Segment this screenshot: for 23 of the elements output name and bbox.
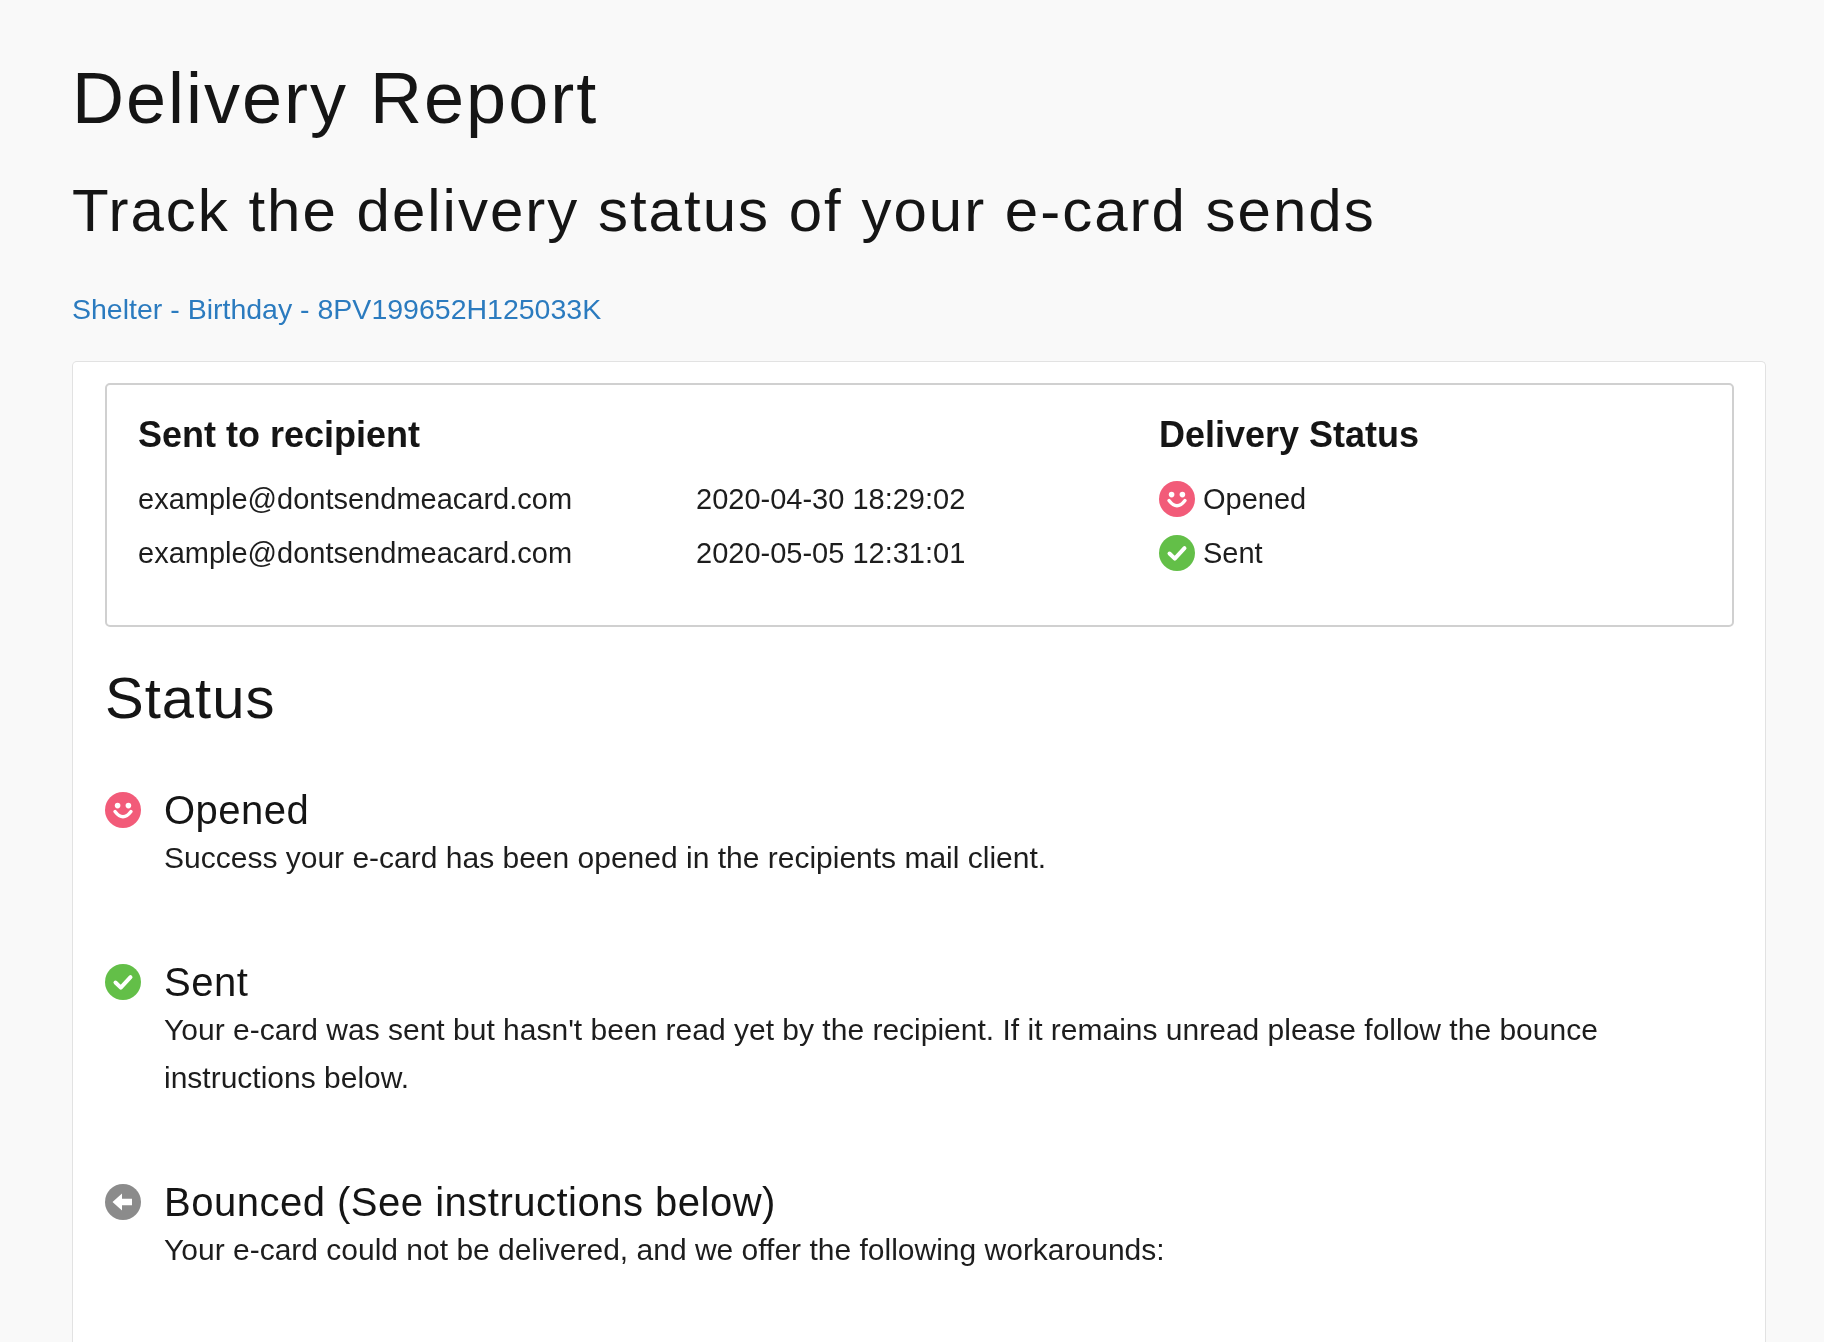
email-cell-text: example@dontsendmeacard.com xyxy=(138,482,574,517)
status-title: Sent xyxy=(164,959,250,1006)
check-circle-icon xyxy=(1159,535,1195,571)
page-subtitle: Track the delivery status of your e-card sends xyxy=(72,176,1377,246)
status-description: Success your e-card has been opened in the recipients mail client. xyxy=(164,840,1048,876)
smiley-icon xyxy=(1159,481,1195,517)
page-title: Delivery Report xyxy=(72,57,600,140)
status-label: Sent xyxy=(1203,536,1263,571)
column-header: Sent to recipient xyxy=(138,413,422,457)
report-link[interactable]: Shelter - Birthday - 8PV199652H125033K xyxy=(72,291,602,327)
section-heading: Status xyxy=(105,664,277,732)
status-description: Your e-card was sent but hasn't been read yet by the recipient. If it remains unread please follow the bounce instructions below. xyxy=(164,1012,1599,1096)
status-title: Opened xyxy=(164,787,311,834)
timestamp-cell-text: 2020-05-05 12:31:01 xyxy=(696,536,967,571)
check-circle-icon xyxy=(105,964,141,1000)
smiley-icon xyxy=(105,792,141,828)
arrow-left-circle-icon xyxy=(105,1184,141,1220)
status-description: Your e-card could not be delivered, and we offer the following workarounds: xyxy=(164,1232,1166,1268)
column-header: Delivery Status xyxy=(1159,413,1421,457)
status-title: Bounced (See instructions below) xyxy=(164,1179,777,1226)
email-cell-text: example@dontsendmeacard.com xyxy=(138,536,574,571)
status-label: Opened xyxy=(1203,482,1307,517)
timestamp-cell-text: 2020-04-30 18:29:02 xyxy=(696,482,967,517)
